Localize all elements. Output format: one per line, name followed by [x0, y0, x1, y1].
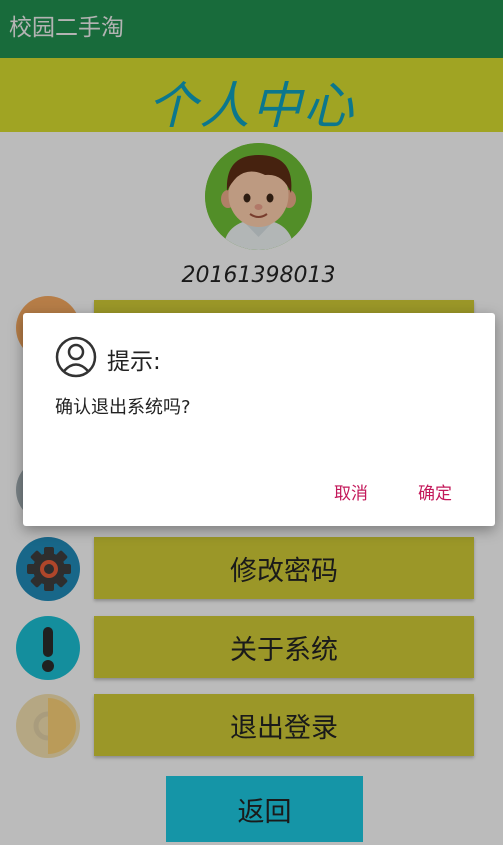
user-icon: [55, 336, 97, 378]
dialog-message: 确认退出系统吗?: [55, 397, 191, 418]
confirm-dialog: 提示: 确认退出系统吗? 取消 确定: [23, 313, 495, 526]
confirm-button[interactable]: 确定: [418, 479, 452, 504]
dialog-title: 提示:: [107, 349, 161, 375]
cancel-button[interactable]: 取消: [334, 479, 368, 504]
